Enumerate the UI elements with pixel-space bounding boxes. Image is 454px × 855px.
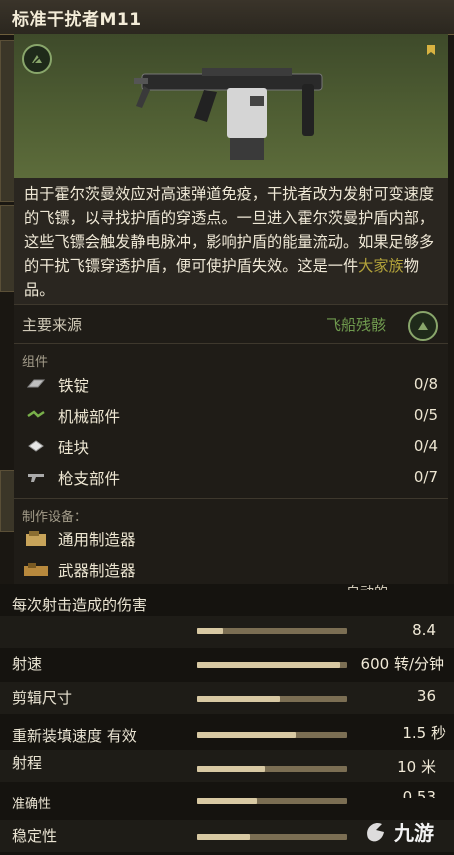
crafting-name: 武器制造器: [58, 562, 136, 580]
stat-bar: [197, 662, 347, 668]
faction-link[interactable]: 大家族: [358, 257, 404, 275]
stat-bar-fill: [197, 766, 265, 772]
stat-bar: [197, 628, 347, 634]
mechanical-parts-icon: [27, 410, 45, 418]
crafting-name: 通用制造器: [58, 531, 136, 549]
silicon-block-icon: [28, 440, 44, 452]
stat-row: 准确性 0.53: [0, 786, 454, 818]
stat-row: 剪辑尺寸 36: [0, 682, 454, 714]
stat-bar-fill: [197, 662, 340, 668]
iron-ingot-icon: [26, 379, 46, 388]
stat-value: 1.5 秒: [402, 724, 446, 742]
component-count: 0/4: [413, 437, 438, 455]
weapon-image-panel: [14, 34, 448, 179]
stat-name: 剪辑尺寸: [12, 689, 73, 707]
divider: [14, 343, 448, 344]
stat-name: 射程: [12, 754, 43, 772]
component-row[interactable]: 枪支部件 0/7: [22, 465, 442, 491]
stat-value: 8.4: [412, 621, 436, 639]
stat-row: 重新装填速度 有效 1.5 秒: [0, 718, 454, 750]
divider: [14, 498, 448, 499]
stat-bar: [197, 696, 347, 702]
component-row[interactable]: 机械部件 0/5: [22, 403, 442, 429]
component-name: 机械部件: [58, 408, 121, 426]
component-row[interactable]: 硅块 0/4: [22, 434, 442, 460]
stat-bar-fill: [197, 798, 257, 804]
watermark: 九游: [362, 816, 434, 846]
stat-name: 稳定性: [12, 827, 58, 845]
crafting-row[interactable]: 武器制造器: [22, 557, 442, 583]
fabricator-icon: [26, 531, 46, 546]
component-name: 硅块: [58, 439, 90, 457]
stat-row: 射程 10 米: [0, 750, 454, 782]
weapon-fabricator-icon: [24, 563, 48, 576]
weapon-smg-icon: [134, 68, 323, 160]
component-count: 0/5: [413, 406, 438, 424]
component-name: 铁锭: [58, 377, 90, 395]
watermark-text: 九游: [394, 820, 434, 845]
house-badge-icon: [22, 44, 52, 74]
component-name: 枪支部件: [58, 470, 121, 488]
item-description: 由于霍尔茨曼效应对高速弹道免疫，干扰者改为发射可变速度的飞镖，以寻找护盾的穿透点…: [24, 182, 444, 302]
component-count: 0/7: [413, 468, 438, 486]
item-title: 标准干扰者M11: [12, 10, 142, 30]
stat-row: 射速 600 转/分钟: [0, 648, 454, 680]
sources-value: 飞船残骸: [326, 316, 387, 334]
stat-value: 36: [416, 687, 436, 705]
stat-value: 0.53: [402, 788, 436, 798]
bookmark-icon[interactable]: [424, 42, 438, 61]
stat-bar-fill: [197, 696, 280, 702]
stat-value: 10 米: [397, 758, 436, 776]
stat-bar: [197, 732, 347, 738]
stat-bar: [197, 766, 347, 772]
component-count: 0/8: [413, 375, 438, 393]
component-row[interactable]: 铁锭 0/8: [22, 372, 442, 398]
sources-label: 主要来源: [22, 316, 83, 334]
stat-bar-fill: [197, 732, 296, 738]
source-badge-icon: [408, 311, 438, 341]
stat-bar-fill: [197, 834, 250, 840]
stat-value: 600 转/分钟: [360, 655, 444, 673]
watermark-logo-icon: [367, 822, 384, 842]
stat-name: 重新装填速度 有效: [12, 727, 137, 745]
gun-parts-icon: [28, 474, 44, 482]
components-label: 组件: [22, 355, 49, 370]
crafting-label: 制作设备：: [22, 510, 88, 525]
crafting-row[interactable]: 通用制造器: [22, 526, 442, 552]
stat-bar: [197, 798, 347, 804]
stat-bar: [197, 834, 347, 840]
stat-row: 8.4: [0, 616, 454, 648]
stat-name: 准确性: [12, 797, 52, 812]
stat-bar-fill: [197, 628, 223, 634]
stat-name: 射速: [12, 655, 43, 673]
fire-mode-value: 自动的: [346, 582, 388, 590]
stat-name: 每次射击造成的伤害: [12, 596, 148, 614]
